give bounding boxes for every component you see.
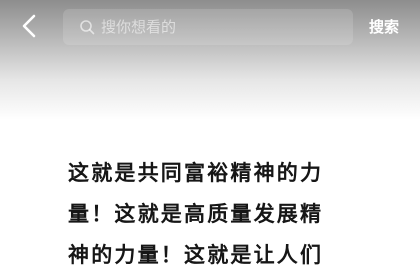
back-button[interactable] xyxy=(14,9,44,43)
text-line: 这就是共同富裕精神的力 xyxy=(68,161,324,185)
search-box[interactable] xyxy=(63,9,353,45)
screen: 搜索 这就是共同富裕精神的力 量！这就是高质量发展精 神的力量！这就是让人们 xyxy=(0,0,420,280)
text-line: 神的力量！这就是让人们 xyxy=(68,243,324,267)
search-button[interactable]: 搜索 xyxy=(357,13,411,41)
top-bar: 搜索 xyxy=(0,0,420,50)
search-icon xyxy=(80,20,95,35)
article-text: 这就是共同富裕精神的力 量！这就是高质量发展精 神的力量！这就是让人们 xyxy=(68,153,368,276)
search-input[interactable] xyxy=(101,13,341,41)
chevron-left-icon xyxy=(22,14,36,38)
text-line: 量！这就是高质量发展精 xyxy=(68,202,324,226)
